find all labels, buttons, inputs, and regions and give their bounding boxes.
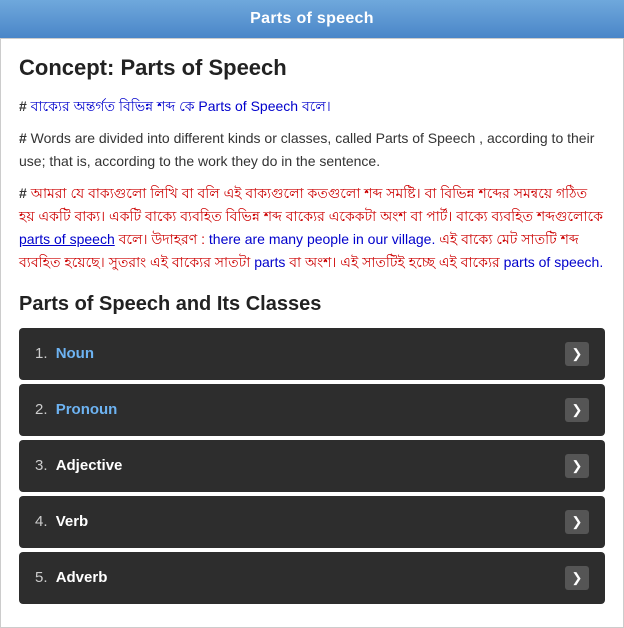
speech-item-pronoun[interactable]: 2. Pronoun ❯ [19,384,605,436]
para3-example: there are many people in our village. [209,231,435,247]
pronoun-chevron: ❯ [565,398,589,422]
app-header: Parts of speech [0,0,624,38]
speech-item-noun[interactable]: 1. Noun ❯ [19,328,605,380]
section-title: Parts of Speech and Its Classes [19,293,605,316]
speech-item-noun-label: 1. Noun [35,345,94,362]
adjective-chevron: ❯ [565,454,589,478]
speech-list: 1. Noun ❯ 2. Pronoun ❯ 3. Adjective ❯ 4.… [19,328,605,604]
speech-item-adjective-label: 3. Adjective [35,457,122,474]
paragraph-1: # বাক্যের অন্তর্গত বিভিন্ন শব্দ কে Parts… [19,95,605,117]
hash-1: # [19,98,27,114]
para3-pos-end: parts of speech. [504,254,604,270]
para2-text: Words are divided into different kinds o… [19,130,594,168]
para3-parts: parts [254,254,285,270]
speech-item-verb-label: 4. Verb [35,513,88,530]
speech-item-adjective[interactable]: 3. Adjective ❯ [19,440,605,492]
speech-item-adverb-label: 5. Adverb [35,569,107,586]
content-area: Concept: Parts of Speech # বাক্যের অন্তর… [0,38,624,628]
speech-item-adverb[interactable]: 5. Adverb ❯ [19,552,605,604]
para3-parts-of-speech: parts of speech [19,231,115,247]
concept-title: Concept: Parts of Speech [19,55,605,81]
hash-2: # [19,130,27,146]
para3-bengali-4: বা অংশ। এই সাতটিই হচ্ছে এই বাক্যের [289,254,500,270]
hash-3: # [19,185,27,201]
paragraph-2: # Words are divided into different kinds… [19,127,605,172]
para3-bengali-2: বলে। উদাহরণ : [119,231,205,247]
speech-item-verb[interactable]: 4. Verb ❯ [19,496,605,548]
para3-bengali-1: আমরা যে বাক্যগুলো লিখি বা বলি এই বাক্যগু… [19,185,603,224]
paragraph-3: # আমরা যে বাক্যগুলো লিখি বা বলি এই বাক্য… [19,182,605,274]
para1-bengali: বাক্যের অন্তর্গত বিভিন্ন শব্দ কে Parts o… [27,98,331,114]
speech-item-pronoun-label: 2. Pronoun [35,401,117,418]
adverb-chevron: ❯ [565,566,589,590]
verb-chevron: ❯ [565,510,589,534]
noun-chevron: ❯ [565,342,589,366]
header-title: Parts of speech [250,10,374,27]
